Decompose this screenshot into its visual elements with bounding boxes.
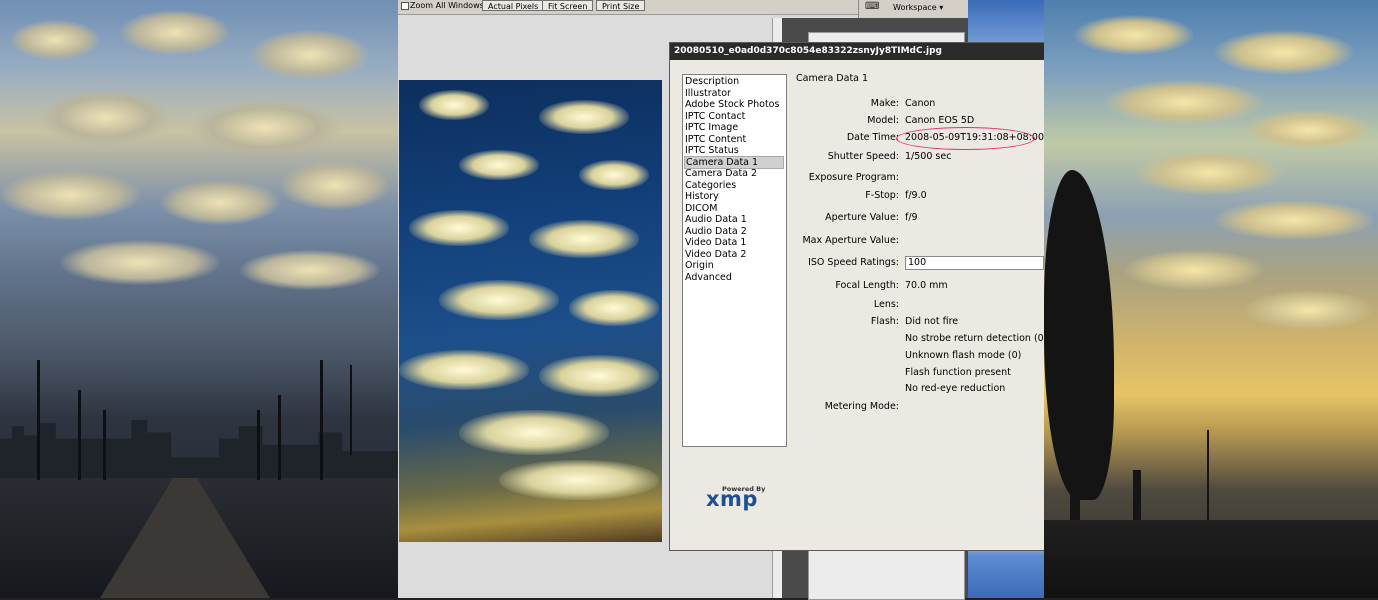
make-value: Canon [905,98,936,109]
xmp-wordmark: xmp [706,487,758,511]
left-sky-photo [0,0,398,598]
workspace-bar: ⌨ Workspace ▾ [858,0,969,18]
workspace-icon[interactable]: ⌨ [865,1,879,12]
category-item-history[interactable]: History [685,191,719,202]
actual-pixels-button[interactable]: Actual Pixels [482,0,545,11]
category-item-video-data-1[interactable]: Video Data 1 [685,237,746,248]
section-title: Camera Data 1 [796,73,869,84]
category-list: Description Illustrator Adobe Stock Phot… [682,74,787,447]
flash-value-1: Did not fire [905,316,959,327]
category-item-iptc-content[interactable]: IPTC Content [685,134,746,145]
flash-label: Flash: [870,316,899,327]
focal-length-value: 70.0 mm [905,280,948,291]
category-item-adobe-stock-photos[interactable]: Adobe Stock Photos [685,99,779,110]
category-item-audio-data-1[interactable]: Audio Data 1 [685,214,747,225]
make-label: Make: [870,98,899,109]
exposure-program-label: Exposure Program: [808,172,899,183]
f-stop-label: F-Stop: [865,190,899,201]
lens-label: Lens: [873,299,899,310]
category-item-advanced[interactable]: Advanced [685,272,732,283]
aperture-value: f/9 [905,212,918,223]
category-item-camera-data-2[interactable]: Camera Data 2 [685,168,757,179]
f-stop-value: f/9.0 [905,190,927,201]
shutter-speed-value: 1/500 sec [905,151,952,162]
shutter-speed-label: Shutter Speed: [827,151,899,162]
document-photo [399,80,662,542]
iso-field[interactable]: 100 [905,256,1044,270]
model-value: Canon EOS 5D [905,115,975,126]
category-item-video-data-2[interactable]: Video Data 2 [685,249,746,260]
category-item-iptc-contact[interactable]: IPTC Contact [685,111,745,122]
category-item-iptc-image[interactable]: IPTC Image [685,122,738,133]
datetime-label: Date Time: [846,132,899,143]
shoreline [1044,520,1378,598]
aperture-value-label: Aperture Value: [825,212,899,223]
model-label: Model: [867,115,899,126]
category-item-audio-data-2[interactable]: Audio Data 2 [685,226,747,237]
zoom-all-windows-checkbox[interactable] [401,2,409,10]
flash-value-5: No red-eye reduction [905,383,1006,394]
flash-value-2: No strobe return detection (0) [905,333,1048,344]
metering-mode-label: Metering Mode: [824,401,899,412]
datetime-highlight-circle [896,127,1035,150]
building [1133,470,1141,520]
category-item-categories[interactable]: Categories [685,180,736,191]
fit-screen-button[interactable]: Fit Screen [542,0,594,11]
iso-label: ISO Speed Ratings: [808,257,899,268]
focal-length-label: Focal Length: [835,280,899,291]
category-item-description[interactable]: Description [685,76,739,87]
flash-value-4: Flash function present [905,367,1011,378]
category-item-dicom[interactable]: DICOM [685,203,717,214]
print-size-button[interactable]: Print Size [596,0,646,11]
flash-value-3: Unknown flash mode (0) [905,350,1022,361]
dialog-title: 20080510_e0ad0d370c8054e83322zsnyJy8TIMd… [670,43,1044,60]
category-item-illustrator[interactable]: Illustrator [685,88,731,99]
category-item-origin[interactable]: Origin [685,260,714,271]
building [1070,480,1080,520]
radio-tower [1207,430,1209,520]
zoom-all-windows-label: Zoom All Windows [410,1,484,10]
workspace-menu[interactable]: Workspace ▾ [893,3,943,12]
max-aperture-label: Max Aperture Value: [802,235,899,246]
category-item-iptc-status[interactable]: IPTC Status [685,145,739,156]
